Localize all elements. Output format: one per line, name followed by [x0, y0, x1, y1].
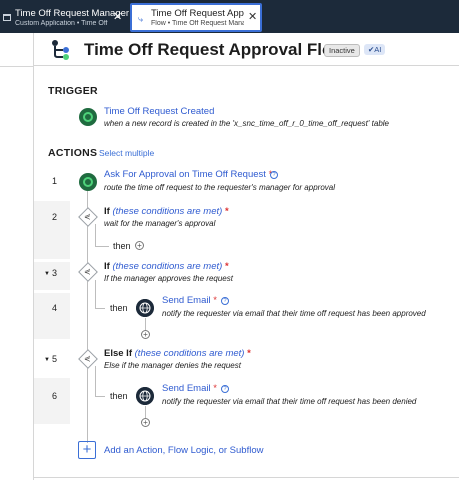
if-keyword: If — [104, 206, 110, 217]
tab-bar: Time Off Request Manager Custom Applicat… — [0, 0, 459, 33]
approval-action-icon[interactable] — [79, 173, 97, 191]
then-label: then — [110, 391, 128, 401]
close-icon[interactable]: ✕ — [248, 10, 257, 23]
step-description: Else if the manager denies the request — [104, 361, 241, 370]
step-row-bg — [34, 293, 70, 339]
condition-link[interactable]: (these conditions are met) — [112, 261, 222, 272]
step-description: If the manager approves the request — [104, 274, 233, 283]
info-icon[interactable]: ? — [221, 297, 229, 305]
step-label-text: Ask For Approval on Time Off Request — [104, 169, 266, 180]
branch-icon: ⋞ — [84, 267, 91, 276]
info-icon[interactable]: ? — [270, 171, 278, 179]
tab-title: Time Off Request Manager — [15, 8, 130, 19]
collapse-caret-icon[interactable]: ▼ — [44, 271, 50, 277]
step-number: 5 — [52, 354, 58, 364]
trigger-dot-icon[interactable] — [79, 108, 97, 126]
step-description: notify the requester via email that thei… — [162, 309, 426, 318]
step-label[interactable]: Send Email * — [162, 383, 217, 394]
tab-subtitle: Flow • Time Off Request Manager — [151, 20, 244, 27]
condition-link[interactable]: (these conditions are met) — [112, 206, 222, 217]
step-number: 6 — [52, 391, 58, 401]
flow-logo-icon — [52, 40, 69, 60]
flow-icon: ⤷ — [138, 14, 144, 24]
step-label-text: Send Email — [162, 295, 211, 306]
info-icon[interactable]: ? — [221, 385, 229, 393]
step-description: wait for the manager's approval — [104, 219, 216, 228]
add-step-icon[interactable]: + — [135, 241, 144, 250]
tab-subtitle: Custom Application • Time Off R... — [15, 20, 110, 27]
step-row-bg — [34, 201, 70, 259]
branch-icon: ⋞ — [84, 212, 91, 221]
ai-badge-label: AI — [374, 45, 382, 54]
step-label[interactable]: Ask For Approval on Time Off Request * — [104, 169, 272, 180]
trigger-description: when a new record is created in the 'x_s… — [104, 119, 389, 128]
if-condition[interactable]: If (these conditions are met) * — [104, 206, 229, 217]
if-keyword: If — [104, 261, 110, 272]
step-label[interactable]: Send Email * — [162, 295, 217, 306]
close-icon[interactable]: ✕ — [113, 10, 122, 23]
if-condition[interactable]: If (these conditions are met) * — [104, 261, 229, 272]
ai-badge[interactable]: ✔AI — [364, 44, 386, 55]
step-label-text: Send Email — [162, 383, 211, 394]
step-description: route the time off request to the reques… — [104, 183, 335, 192]
page-title: Time Off Request Approval Flow — [84, 40, 346, 59]
step-number: 3 — [52, 268, 58, 278]
globe-icon[interactable] — [136, 387, 154, 405]
step-row-bg — [34, 378, 70, 424]
actions-heading: ACTIONS — [48, 147, 98, 159]
trigger-heading: TRIGGER — [48, 85, 98, 97]
tab-app-manager[interactable]: Time Off Request Manager Custom Applicat… — [0, 4, 130, 32]
trigger-name[interactable]: Time Off Request Created — [104, 106, 214, 117]
add-action-link[interactable]: Add an Action, Flow Logic, or Subflow — [104, 445, 263, 456]
then-label: then — [110, 303, 128, 313]
else-if-keyword: Else If — [104, 348, 132, 359]
collapse-caret-icon[interactable]: ▼ — [44, 357, 50, 363]
globe-icon[interactable] — [136, 299, 154, 317]
else-if-condition[interactable]: Else If (these conditions are met) * — [104, 348, 251, 359]
window-icon — [3, 14, 11, 21]
branch-icon: ⋞ — [84, 354, 91, 363]
tab-title: Time Off Request Approval Flow — [151, 8, 244, 19]
plus-icon[interactable]: + — [78, 441, 96, 459]
condition-link[interactable]: (these conditions are met) — [135, 348, 245, 359]
step-description: notify the requester via email that thei… — [162, 397, 417, 406]
flow-header: Time Off Request Approval Flow Inactive … — [34, 33, 459, 66]
left-gutter — [0, 33, 34, 480]
status-badge: Inactive — [324, 44, 360, 57]
add-step-icon[interactable]: + — [141, 418, 150, 427]
add-step-icon[interactable]: + — [141, 330, 150, 339]
step-number: 1 — [52, 176, 58, 186]
step-number: 2 — [52, 212, 58, 222]
step-number: 4 — [52, 303, 58, 313]
then-label: then — [113, 241, 131, 251]
select-multiple-link[interactable]: Select multiple — [99, 148, 154, 158]
tab-approval-flow[interactable]: ⤷ Time Off Request Approval Flow Flow • … — [130, 3, 262, 32]
